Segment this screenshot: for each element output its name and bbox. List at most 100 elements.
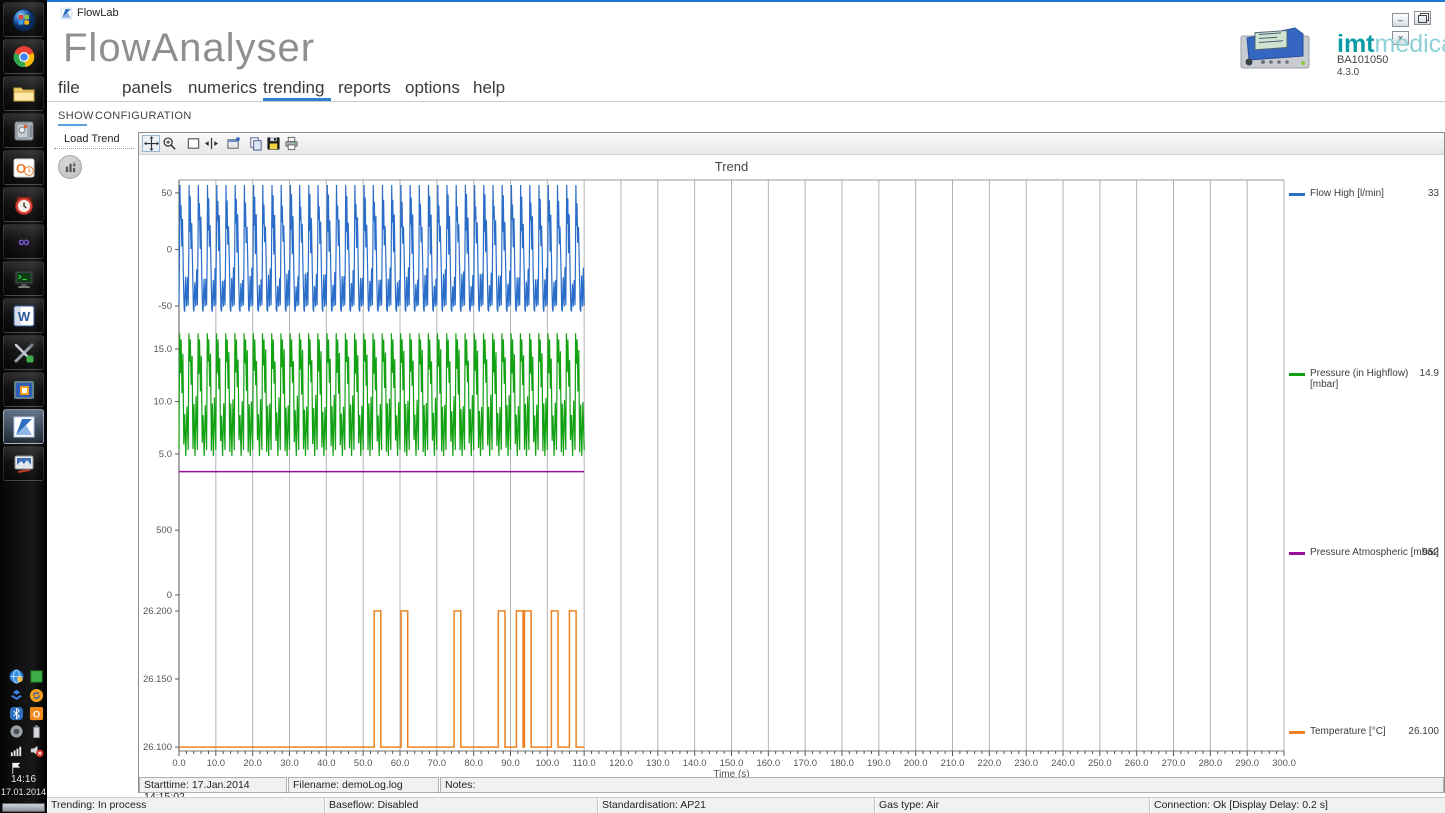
taskbar-item-flowlab[interactable] xyxy=(3,409,44,444)
legend-item-pressure-atmospheric[interactable]: Pressure Atmospheric [mbar] 952 xyxy=(1289,547,1439,560)
legend-dash-pressure-atmospheric xyxy=(1289,552,1305,555)
menu-trending[interactable]: trending xyxy=(263,78,324,98)
tab-show[interactable]: SHOW xyxy=(58,110,94,122)
minimize-button[interactable]: – xyxy=(1392,13,1409,27)
tray-battery-icon[interactable] xyxy=(28,723,44,739)
safe-icon xyxy=(12,119,36,143)
status-standardisation: Standardisation: AP21 xyxy=(598,798,875,813)
filename-field: Filename: demoLog.log xyxy=(288,777,439,793)
terminal-monitor-icon xyxy=(12,267,36,291)
chart-properties-button[interactable] xyxy=(224,135,242,152)
tray-orange-app-icon[interactable]: O xyxy=(28,705,44,721)
tray-dropbox-icon[interactable] xyxy=(8,687,24,703)
page-title: FlowAnalyser xyxy=(63,26,315,71)
svg-text:260.0: 260.0 xyxy=(1125,758,1149,769)
svg-text:O: O xyxy=(15,161,25,176)
taskbar-item-tools[interactable] xyxy=(3,335,44,370)
svg-text:120.0: 120.0 xyxy=(609,758,633,769)
tray-volume-icon[interactable] xyxy=(8,723,24,739)
taskbar-clock-date[interactable]: 17.01.2014 xyxy=(0,787,47,797)
tray-green-indicator-icon[interactable] xyxy=(28,668,44,684)
legend-item-temperature[interactable]: Temperature [°C] 26.100 xyxy=(1289,726,1439,739)
svg-text:0.0: 0.0 xyxy=(172,758,185,769)
taskbar-item-explorer[interactable] xyxy=(3,76,44,111)
restore-button[interactable] xyxy=(1414,11,1431,25)
taskbar-item-vmware[interactable] xyxy=(3,372,44,407)
taskbar-clock-time[interactable]: 14:16 xyxy=(0,774,47,785)
data-cursor-tool-button[interactable] xyxy=(202,135,220,152)
svg-text:100.0: 100.0 xyxy=(535,758,559,769)
starttime-field: Starttime: 17.Jan.2014 14:15:02 xyxy=(139,777,287,793)
svg-text:0: 0 xyxy=(167,244,172,255)
legend-value-flow-high: 33 xyxy=(1428,188,1439,199)
taskbar-item-chrome[interactable] xyxy=(3,39,44,74)
menu-reports[interactable]: reports xyxy=(338,78,391,98)
legend-item-flow-high[interactable]: Flow High [l/min] 33 xyxy=(1289,188,1439,201)
tray-signal-bars-icon[interactable] xyxy=(8,742,24,758)
svg-text:O: O xyxy=(32,709,39,719)
start-orb-icon xyxy=(12,8,36,32)
taskbar-item-outlook[interactable]: O xyxy=(3,150,44,185)
svg-text:60.0: 60.0 xyxy=(391,758,410,769)
svg-text:200.0: 200.0 xyxy=(904,758,928,769)
show-desktop-button[interactable] xyxy=(2,803,45,812)
taskbar-item-word[interactable]: W xyxy=(3,298,44,333)
load-trend-label: Load Trend xyxy=(64,133,120,145)
legend-label-pressure-atmospheric: Pressure Atmospheric [mbar] xyxy=(1310,547,1439,558)
taskbar-item-terminal[interactable] xyxy=(3,261,44,296)
legend-label-temperature: Temperature [°C] xyxy=(1310,726,1386,737)
svg-text:80.0: 80.0 xyxy=(464,758,483,769)
svg-text:40.0: 40.0 xyxy=(317,758,336,769)
outlook-icon: O xyxy=(12,156,36,180)
taskbar-item-safe[interactable] xyxy=(3,113,44,148)
trend-chart-canvas[interactable]: 0.010.020.030.040.050.060.070.080.090.01… xyxy=(139,155,1444,778)
legend-item-pressure-highflow[interactable]: Pressure (in Highflow) [mbar] 14.9 xyxy=(1289,368,1439,381)
svg-text:15.0: 15.0 xyxy=(154,344,173,355)
tray-network-globe-icon[interactable] xyxy=(8,668,24,684)
start-button[interactable] xyxy=(3,2,44,37)
menu-options[interactable]: options xyxy=(405,78,460,98)
svg-text:20.0: 20.0 xyxy=(243,758,262,769)
taskbar-item-alarm[interactable] xyxy=(3,187,44,222)
legend-dash-pressure-highflow xyxy=(1289,373,1305,376)
tray-bluetooth-icon[interactable] xyxy=(8,705,24,721)
zoom-box-tool-button[interactable] xyxy=(184,135,202,152)
svg-text:110.0: 110.0 xyxy=(573,758,596,769)
notes-field[interactable]: Notes: xyxy=(440,777,1444,793)
svg-text:300.0: 300.0 xyxy=(1272,758,1296,769)
app-version: 4.3.0 xyxy=(1337,67,1359,78)
legend-label-flow-high: Flow High [l/min] xyxy=(1310,188,1384,199)
svg-text:26.150: 26.150 xyxy=(143,674,172,685)
taskbar-item-visual-studio[interactable]: ∞ xyxy=(3,224,44,259)
chrome-icon xyxy=(12,45,36,69)
menu-numerics[interactable]: numerics xyxy=(188,78,257,98)
svg-text:10.0: 10.0 xyxy=(207,758,226,769)
menu-file[interactable]: file xyxy=(58,78,80,98)
svg-text:280.0: 280.0 xyxy=(1198,758,1222,769)
taskbar-item-image-viewer[interactable] xyxy=(3,446,44,481)
legend-value-pressure-highflow: 14.9 xyxy=(1420,368,1439,379)
svg-text:240.0: 240.0 xyxy=(1051,758,1075,769)
device-id: BA101050 xyxy=(1337,54,1388,66)
status-connection: Connection: Ok [Display Delay: 0.2 s] xyxy=(1150,798,1445,813)
svg-text:∞: ∞ xyxy=(18,234,29,251)
svg-text:150.0: 150.0 xyxy=(720,758,744,769)
save-chart-button[interactable] xyxy=(264,135,282,152)
tray-updater-icon[interactable] xyxy=(28,687,44,703)
status-bar: Trending: In process Baseflow: Disabled … xyxy=(0,797,1445,813)
vmware-icon xyxy=(12,378,36,402)
folder-icon xyxy=(12,82,36,106)
svg-text:0: 0 xyxy=(167,590,172,601)
tray-muted-speaker-icon[interactable] xyxy=(28,742,44,758)
print-chart-button[interactable] xyxy=(282,135,300,152)
svg-text:270.0: 270.0 xyxy=(1162,758,1186,769)
svg-text:290.0: 290.0 xyxy=(1235,758,1259,769)
menu-help[interactable]: help xyxy=(473,78,505,98)
load-trend-button[interactable] xyxy=(58,155,82,179)
tab-configuration[interactable]: CONFIGURATION xyxy=(95,110,192,122)
menu-panels[interactable]: panels xyxy=(122,78,172,98)
pan-tool-button[interactable] xyxy=(142,135,160,152)
copy-chart-button[interactable] xyxy=(246,135,264,152)
zoom-tool-button[interactable] xyxy=(160,135,178,152)
image-viewer-icon xyxy=(12,452,36,476)
